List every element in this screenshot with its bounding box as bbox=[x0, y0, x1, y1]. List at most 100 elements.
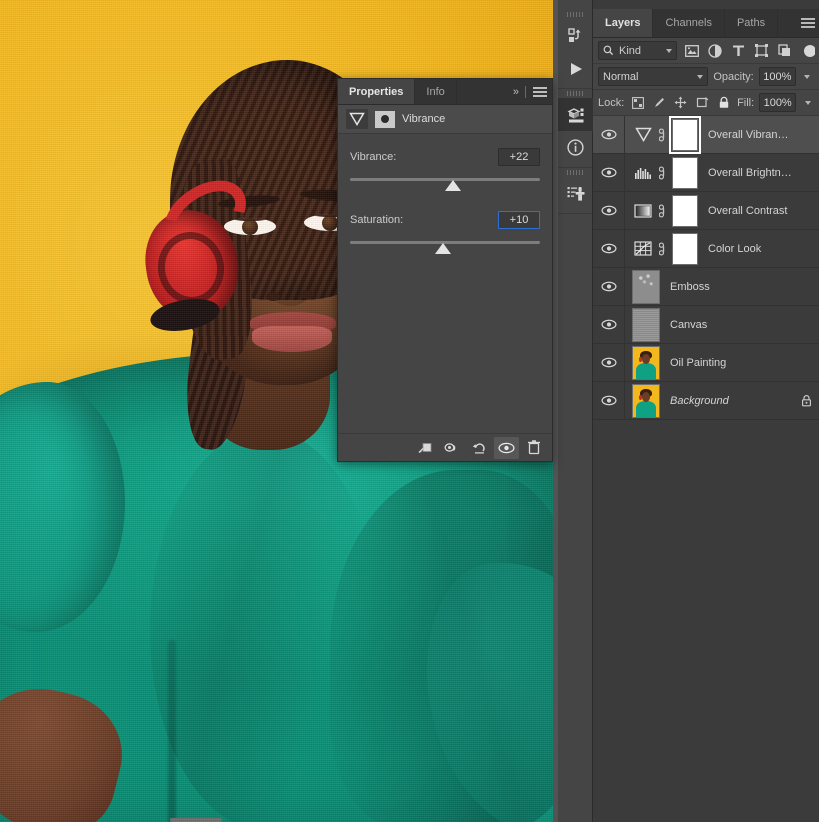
layer-thumbnail[interactable] bbox=[632, 345, 660, 380]
properties-tabbar: Properties Info » bbox=[338, 79, 552, 105]
tab-channels[interactable]: Channels bbox=[653, 9, 725, 37]
layer-name: Oil Painting bbox=[670, 356, 727, 369]
slider-group: Vibrance: +22 bbox=[350, 148, 540, 191]
shape-layer-filter-icon[interactable] bbox=[752, 41, 770, 61]
hamburger-menu-icon[interactable] bbox=[800, 16, 816, 30]
layer-thumbnail[interactable] bbox=[632, 307, 660, 342]
slider-value-input[interactable]: +10 bbox=[498, 211, 540, 229]
link-mask-icon[interactable] bbox=[658, 128, 668, 142]
lock-position-icon[interactable] bbox=[672, 94, 689, 112]
toggle-visibility-icon[interactable] bbox=[494, 436, 519, 459]
lock-image-pixels-icon[interactable] bbox=[651, 94, 668, 112]
play-icon[interactable] bbox=[558, 52, 593, 85]
layer-mask-thumbnail[interactable] bbox=[375, 110, 395, 128]
layer-visibility-toggle-icon[interactable] bbox=[593, 116, 625, 153]
horizontal-scrollbar[interactable] bbox=[170, 818, 222, 822]
smart-object-filter-icon[interactable] bbox=[775, 41, 793, 61]
vibrance-icon bbox=[632, 124, 654, 146]
opacity-chevron-down-icon[interactable] bbox=[801, 74, 814, 79]
slider-handle[interactable] bbox=[435, 243, 452, 254]
lock-artboard-nesting-icon[interactable] bbox=[694, 94, 711, 112]
layer-thumbnail-image bbox=[633, 346, 659, 379]
clip-to-layer-icon[interactable] bbox=[413, 437, 438, 459]
lock-transparent-pixels-icon[interactable] bbox=[629, 94, 646, 112]
layer-name: Emboss bbox=[670, 280, 710, 293]
fill-label: Fill: bbox=[737, 96, 755, 109]
table-row[interactable]: Overall Contrast bbox=[593, 192, 819, 230]
layer-visibility-toggle-icon[interactable] bbox=[593, 268, 625, 305]
blend-mode-row: Normal Opacity: 100% bbox=[593, 64, 819, 90]
fill-input[interactable]: 100% bbox=[759, 93, 797, 112]
layer-mask-thumbnail[interactable] bbox=[672, 156, 698, 189]
fill-chevron-down-icon[interactable] bbox=[801, 100, 814, 105]
chevron-down-icon bbox=[697, 74, 704, 79]
layer-visibility-toggle-icon[interactable] bbox=[593, 344, 625, 381]
blouse-seam bbox=[168, 640, 176, 822]
layer-thumbnails bbox=[625, 232, 698, 265]
view-previous-state-icon[interactable] bbox=[440, 437, 465, 459]
tab-paths[interactable]: Paths bbox=[725, 9, 779, 37]
table-row[interactable]: Color Look bbox=[593, 230, 819, 268]
type-layer-filter-icon[interactable] bbox=[729, 41, 747, 61]
slider-value-input[interactable]: +22 bbox=[498, 148, 540, 166]
layer-mask-thumbnail[interactable] bbox=[669, 115, 701, 154]
panel-icon-rail bbox=[558, 0, 593, 822]
rail-group-clone-source bbox=[558, 168, 592, 214]
adjustment-layer-filter-icon[interactable] bbox=[706, 41, 724, 61]
properties-footer bbox=[338, 433, 552, 461]
opacity-label: Opacity: bbox=[713, 70, 754, 83]
rail-grip[interactable] bbox=[558, 89, 592, 98]
lock-all-icon[interactable] bbox=[715, 94, 732, 112]
hamburger-menu-icon[interactable] bbox=[533, 86, 547, 98]
link-mask-icon[interactable] bbox=[658, 242, 668, 256]
slider-track-wrap[interactable] bbox=[350, 238, 540, 254]
layer-visibility-toggle-icon[interactable] bbox=[593, 192, 625, 229]
layer-kind-select[interactable]: Kind bbox=[598, 41, 678, 60]
pixel-layer-filter-icon[interactable] bbox=[682, 41, 700, 61]
link-mask-icon[interactable] bbox=[658, 204, 668, 218]
slider-label: Vibrance: bbox=[350, 151, 397, 163]
blend-mode-select[interactable]: Normal bbox=[598, 67, 709, 86]
layer-visibility-toggle-icon[interactable] bbox=[593, 154, 625, 191]
layer-thumbnails bbox=[625, 383, 660, 418]
layer-name: Overall Contrast bbox=[708, 204, 788, 217]
filter-toggle-icon[interactable] bbox=[799, 41, 817, 61]
table-row[interactable]: Oil Painting bbox=[593, 344, 819, 382]
right-iris bbox=[322, 215, 338, 231]
layer-visibility-toggle-icon[interactable] bbox=[593, 306, 625, 343]
tab-properties[interactable]: Properties bbox=[338, 79, 416, 104]
table-row[interactable]: Canvas bbox=[593, 306, 819, 344]
link-mask-icon[interactable] bbox=[658, 166, 668, 180]
slider-track-wrap[interactable] bbox=[350, 175, 540, 191]
delete-icon[interactable] bbox=[521, 437, 546, 459]
layer-thumbnail[interactable] bbox=[632, 269, 660, 304]
left-nostril bbox=[266, 292, 280, 301]
tab-info[interactable]: Info bbox=[415, 79, 457, 104]
layer-name: Overall Brightness bbox=[708, 166, 793, 179]
layer-thumbnails bbox=[625, 194, 698, 227]
brightness-contrast-icon bbox=[632, 200, 654, 222]
tab-layers[interactable]: Layers bbox=[593, 9, 654, 37]
table-row[interactable]: Emboss bbox=[593, 268, 819, 306]
slider-handle[interactable] bbox=[444, 180, 461, 191]
opacity-input[interactable]: 100% bbox=[758, 67, 796, 86]
rail-grip[interactable] bbox=[558, 168, 592, 177]
layer-visibility-toggle-icon[interactable] bbox=[593, 382, 625, 419]
libraries-icon[interactable] bbox=[558, 98, 593, 131]
layer-thumbnail[interactable] bbox=[632, 383, 660, 418]
table-row[interactable]: Overall Vibrance/S... bbox=[593, 115, 819, 154]
layer-visibility-toggle-icon[interactable] bbox=[593, 230, 625, 267]
expand-panel-icon[interactable]: » bbox=[513, 86, 519, 98]
table-row[interactable]: Background bbox=[593, 382, 819, 420]
info-icon[interactable] bbox=[558, 131, 593, 164]
layer-mask-thumbnail[interactable] bbox=[672, 232, 698, 265]
layers-tabbar: Layers Channels Paths bbox=[593, 9, 819, 38]
properties-panel: Properties Info » Vibrance Vibrance: +22 S… bbox=[337, 78, 553, 462]
layer-thumbnails bbox=[625, 115, 701, 154]
history-actions-icon[interactable] bbox=[558, 19, 593, 52]
clone-source-icon[interactable] bbox=[558, 177, 593, 210]
layer-mask-thumbnail[interactable] bbox=[672, 194, 698, 227]
rail-grip[interactable] bbox=[558, 10, 592, 19]
reset-icon[interactable] bbox=[467, 437, 492, 459]
table-row[interactable]: Overall Brightness bbox=[593, 154, 819, 192]
